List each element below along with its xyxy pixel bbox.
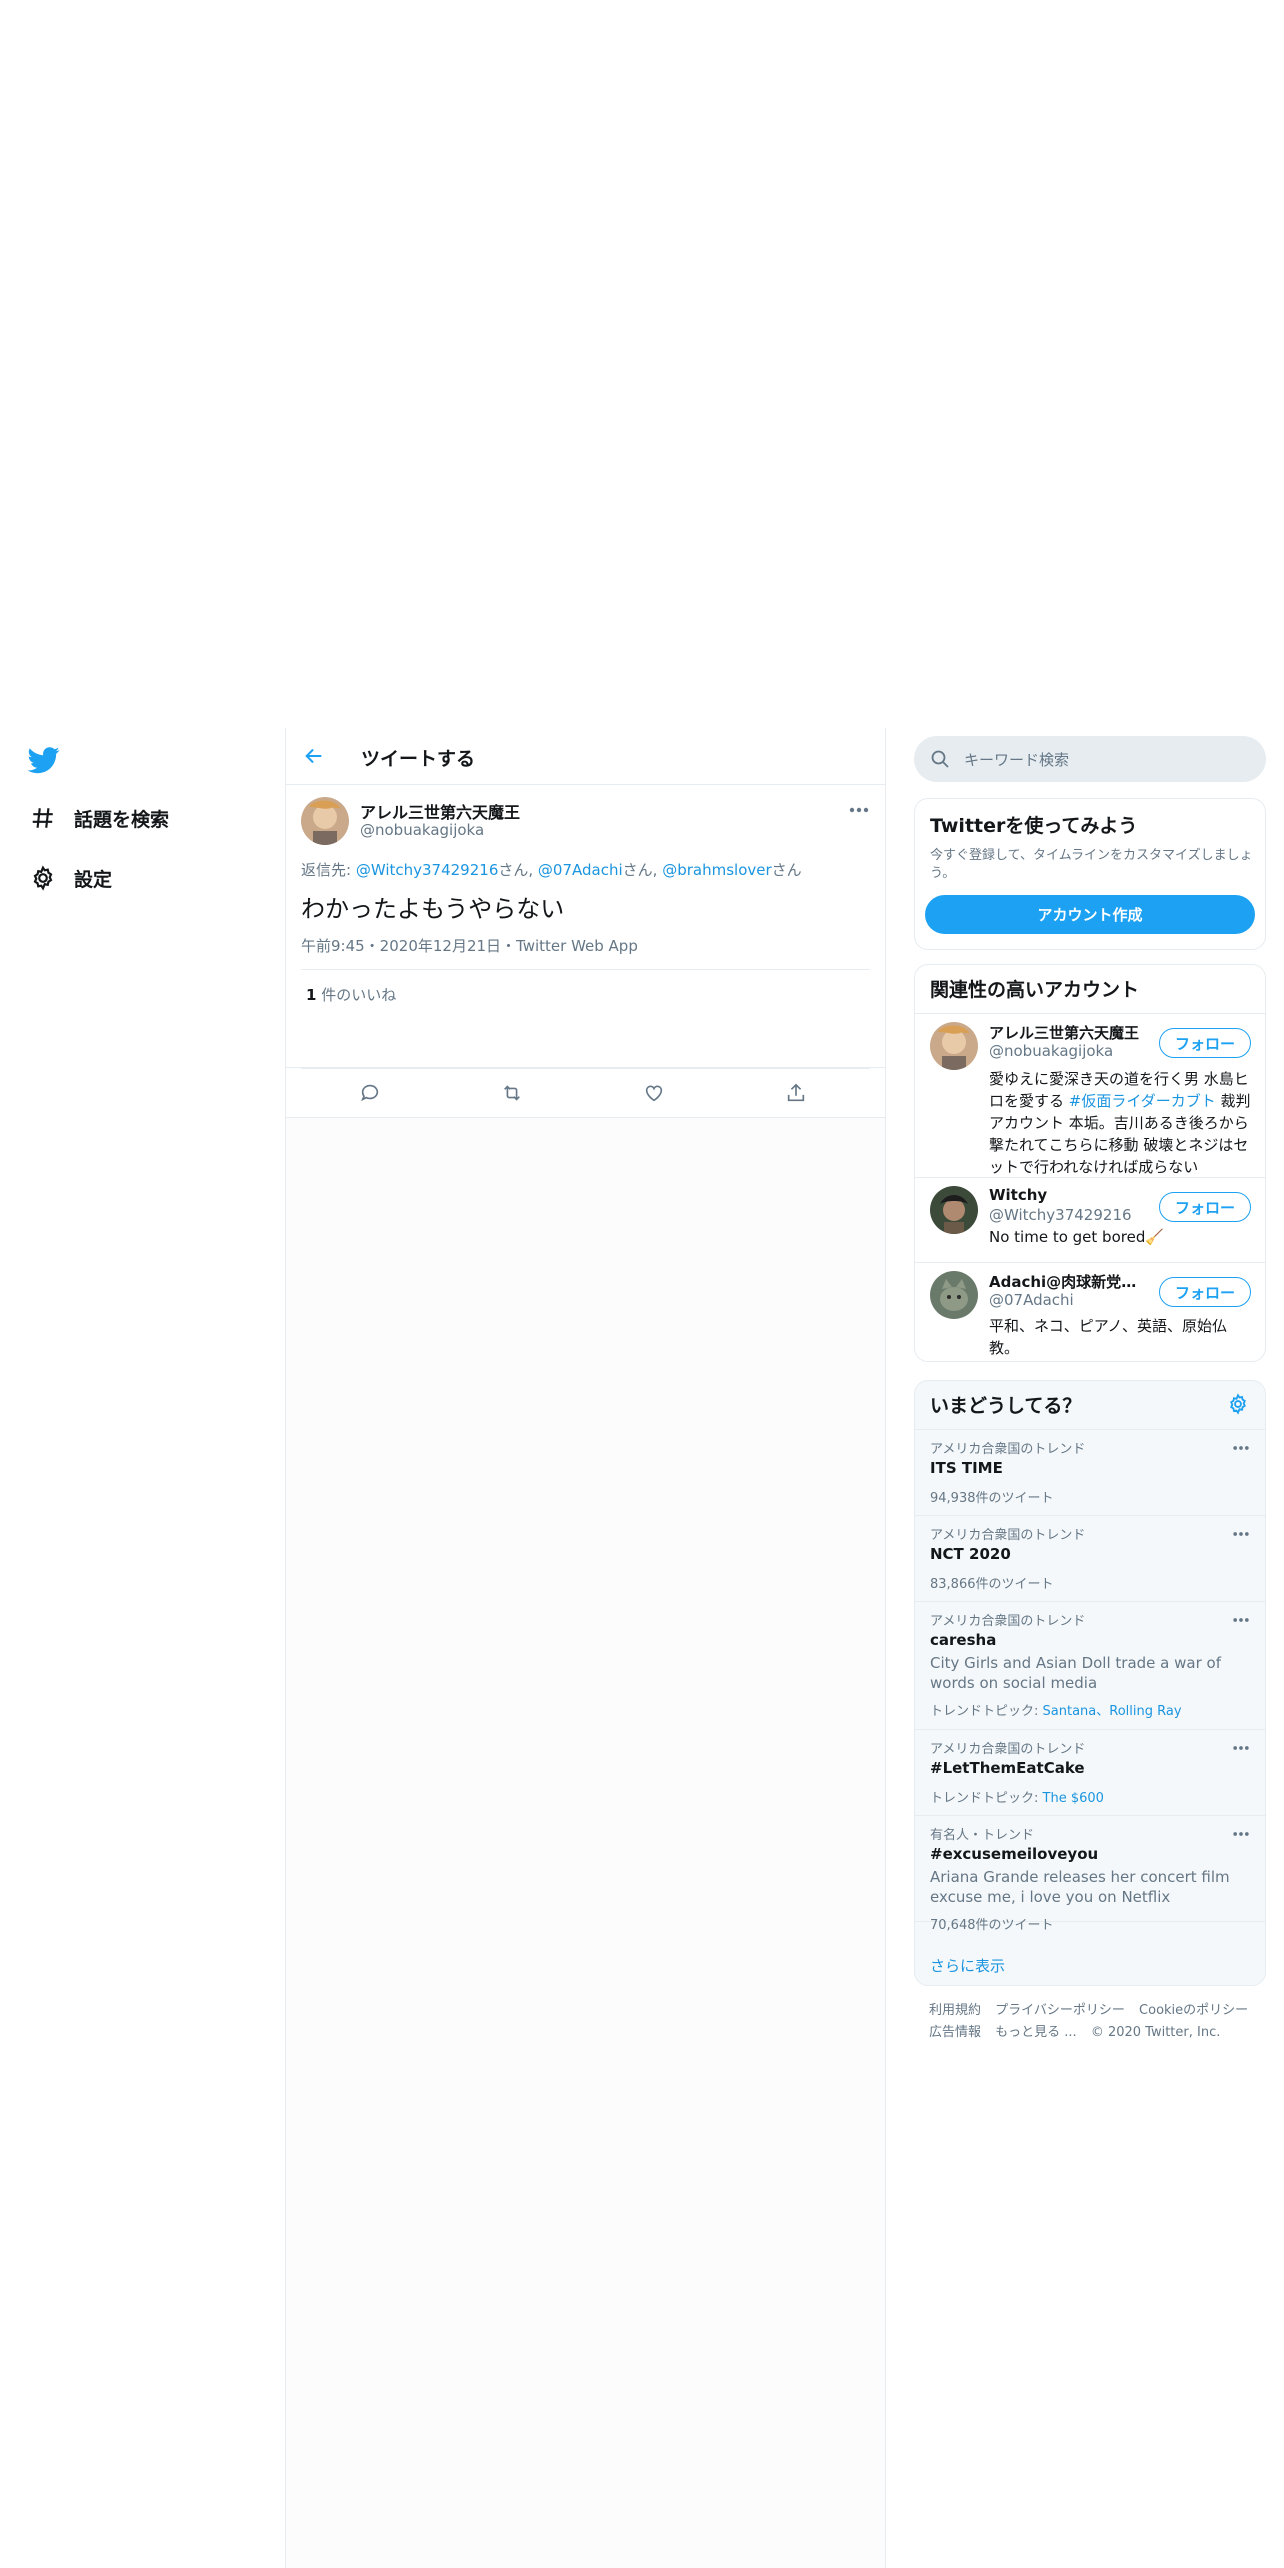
search-box[interactable]: キーワード検索 [914,736,1266,782]
footer-link[interactable]: 広告情報 [929,2025,981,2040]
trend-context: アメリカ合衆国のトレンド [930,1528,1086,1543]
user-name[interactable]: アレル三世第六天魔王 [989,1022,1149,1043]
trend-name: caresha [930,1631,997,1649]
user-handle[interactable]: @nobuakagijoka [989,1042,1113,1060]
reply-mention-link[interactable]: @07Adachi [538,861,623,879]
like-icon[interactable] [641,1080,667,1106]
user-bio: 愛ゆえに愛深き天の道を行く男 水島ヒロを愛する #仮面ライダーカブト 裁判アカウ… [989,1070,1251,1176]
create-account-button[interactable]: アカウント作成 [925,895,1255,934]
reply-icon[interactable] [357,1080,383,1106]
search-input[interactable]: キーワード検索 [964,749,1069,770]
nav-settings-label: 設定 [74,868,113,891]
footer: 利用規約 プライバシーポリシー Cookieのポリシー 広告情報 もっと見る .… [929,2000,1259,2044]
avatar[interactable] [301,797,349,845]
who-to-follow-header: 関連性の高いアカウント [915,965,1265,1014]
user-bio: No time to get bored🧹 [989,1228,1165,1246]
trend-item[interactable]: アメリカ合衆国のトレンド caresha City Girls and Asia… [915,1602,1265,1730]
avatar[interactable] [930,1271,978,1319]
trend-context: アメリカ合衆国のトレンド [930,1442,1086,1457]
suggested-user[interactable]: アレル三世第六天魔王 @nobuakagijoka フォロー 愛ゆえに愛深き天の… [915,1014,1265,1178]
trend-context: アメリカ合衆国のトレンド [930,1742,1086,1757]
trend-description: Ariana Grande releases her concert film … [930,1868,1230,1906]
footer-link[interactable]: 利用規約 [929,2003,981,2018]
trends-card: いまどうしてる？ アメリカ合衆国のトレンド ITS TIME 94,938件のツ… [914,1380,1266,1986]
more-options-icon[interactable] [1231,1740,1251,1756]
tweet-author-handle[interactable]: @nobuakagijoka [360,821,484,839]
who-to-follow-card: 関連性の高いアカウント アレル三世第六天魔王 @nobuakagijoka フォ… [914,964,1266,1362]
footer-link[interactable]: もっと見る ... [995,2025,1077,2040]
divider [301,1068,870,1069]
who-to-follow-title: 関連性の高いアカウント [930,979,1140,1001]
trend-topic-link[interactable]: Santana、Rolling Ray [1043,1704,1182,1719]
reply-mention-link[interactable]: @Witchy37429216 [356,861,499,879]
avatar[interactable] [930,1022,978,1070]
trend-count: 83,866件のツイート [930,1577,1054,1592]
trends-settings-icon[interactable] [1227,1393,1251,1417]
main-column: ツイートする アレル三世第六天魔王 @nobuakagijoka 返信先: @W… [285,728,886,2568]
share-icon[interactable] [783,1080,809,1106]
tweet-timestamp[interactable]: 午前9:45・2020年12月21日・Twitter Web App [301,935,638,956]
follow-button[interactable]: フォロー [1159,1192,1251,1222]
like-count[interactable]: 1 件のいいね [306,984,396,1005]
nav-explore[interactable]: 話題を検索 [28,798,169,838]
follow-button[interactable]: フォロー [1159,1028,1251,1058]
trend-name: #excusemeiloveyou [930,1845,1099,1863]
trend-item[interactable]: アメリカ合衆国のトレンド ITS TIME 94,938件のツイート [915,1430,1265,1516]
trend-item[interactable]: 有名人・トレンド #excusemeiloveyou Ariana Grande… [915,1816,1265,1933]
trend-topics: トレンドトピック: The $600 [930,1791,1104,1806]
trend-name: #LetThemEatCake [930,1759,1085,1777]
trend-description: City Girls and Asian Doll trade a war of… [930,1654,1221,1692]
trend-context: 有名人・トレンド [930,1828,1035,1843]
user-name[interactable]: Adachi@肉球新党&A... [989,1271,1149,1292]
show-more-link[interactable]: さらに表示 [930,1955,1005,1976]
trend-item[interactable]: アメリカ合衆国のトレンド NCT 2020 83,866件のツイート [915,1516,1265,1602]
reply-mention-link[interactable]: @brahmslover [662,861,771,879]
more-options-icon[interactable] [1231,1526,1251,1542]
user-name[interactable]: Witchy [989,1186,1149,1204]
footer-link[interactable]: プライバシーポリシー [995,2003,1125,2018]
trend-count: 94,938件のツイート [930,1491,1054,1506]
copyright: © 2020 Twitter, Inc. [1090,2025,1221,2040]
suggested-user[interactable]: Adachi@肉球新党&A... @07Adachi フォロー 平和、ネコ、ピア… [915,1263,1265,1361]
trend-item[interactable]: アメリカ合衆国のトレンド #LetThemEatCake トレンドトピック: T… [915,1730,1265,1816]
more-options-icon[interactable] [847,802,871,818]
more-options-icon[interactable] [1231,1612,1251,1628]
signup-description: 今すぐ登録して、タイムラインをカスタマイズしましょう。 [930,848,1253,881]
user-handle[interactable]: @Witchy37429216 [989,1206,1132,1224]
footer-link[interactable]: Cookieのポリシー [1139,2003,1248,2018]
hashtag-icon [28,803,58,833]
retweet-icon[interactable] [499,1080,525,1106]
trend-name: ITS TIME [930,1459,1003,1477]
twitter-logo-icon[interactable] [27,744,60,776]
nav-settings[interactable]: 設定 [28,858,112,898]
tweet-author-name[interactable]: アレル三世第六天魔王 [360,799,520,823]
reply-to-line: 返信先: @Witchy37429216さん, @07Adachiさん, @br… [301,861,802,879]
gear-icon [28,863,58,893]
signup-card: Twitterを使ってみよう 今すぐ登録して、タイムラインをカスタマイズしましょ… [914,798,1266,950]
nav-explore-label: 話題を検索 [74,808,170,831]
hashtag-link[interactable]: #仮面ライダーカブト [1069,1092,1216,1110]
signup-title: Twitterを使ってみよう [930,815,1138,837]
trend-topics: トレンドトピック: Santana、Rolling Ray [930,1704,1182,1719]
tweet-header: ツイートする [286,728,885,785]
trend-context: アメリカ合衆国のトレンド [930,1614,1086,1629]
trend-topic-link[interactable]: The $600 [1043,1791,1104,1806]
tweet-actions [286,1068,885,1118]
divider [301,969,870,970]
tweet-text: わかったよもうやらない [301,895,565,923]
page-title: ツイートする [361,748,476,770]
trend-count: 70,648件のツイート [930,1918,1054,1933]
back-arrow-icon[interactable] [300,742,328,770]
more-options-icon[interactable] [1231,1826,1251,1842]
follow-button[interactable]: フォロー [1159,1277,1251,1307]
user-handle[interactable]: @07Adachi [989,1291,1074,1309]
trends-header: いまどうしてる？ [915,1381,1265,1430]
trend-name: NCT 2020 [930,1545,1011,1563]
more-options-icon[interactable] [1231,1440,1251,1456]
suggested-user[interactable]: Witchy @Witchy37429216 フォロー No time to g… [915,1178,1265,1263]
avatar[interactable] [930,1186,978,1234]
user-bio: 平和、ネコ、ピアノ、英語、原始仏教。 [989,1317,1228,1357]
trends-title: いまどうしてる？ [930,1395,1082,1417]
search-icon [930,749,950,769]
